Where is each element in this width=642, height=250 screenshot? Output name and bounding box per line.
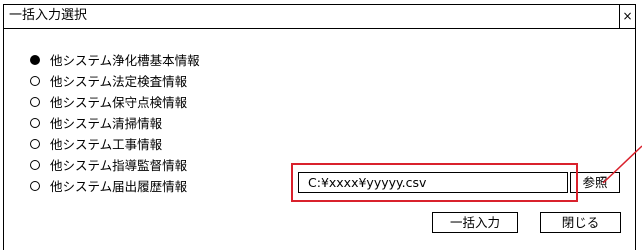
option-label: 他システム指導監督情報 — [50, 158, 188, 173]
dialog-titlebar: 一括入力選択 × — [4, 5, 635, 29]
option-construction[interactable]: 他システム工事情報 — [30, 133, 200, 154]
option-label: 他システム工事情報 — [50, 137, 163, 152]
bulk-import-button[interactable]: 一括入力 — [432, 212, 518, 233]
dialog-title: 一括入力選択 — [9, 8, 88, 23]
browse-button[interactable]: 参照 — [570, 172, 620, 193]
option-maintenance[interactable]: 他システム保守点検情報 — [30, 91, 200, 112]
option-label: 他システム浄化槽基本情報 — [50, 53, 200, 68]
option-cleaning[interactable]: 他システム清掃情報 — [30, 112, 200, 133]
radio-button[interactable] — [30, 138, 40, 149]
option-label: 他システム届出履歴情報 — [50, 179, 188, 194]
radio-button[interactable] — [30, 96, 40, 107]
file-path-input[interactable]: C:¥xxxx¥yyyyy.csv — [298, 172, 568, 193]
option-notification-history[interactable]: 他システム届出履歴情報 — [30, 175, 200, 196]
radio-button[interactable] — [30, 75, 40, 86]
option-radio-group: 他システム浄化槽基本情報 他システム法定検査情報 他システム保守点検情報 他シス… — [30, 49, 200, 196]
option-supervision[interactable]: 他システム指導監督情報 — [30, 154, 200, 175]
option-legal-inspection[interactable]: 他システム法定検査情報 — [30, 70, 200, 91]
option-basic-info[interactable]: 他システム浄化槽基本情報 — [30, 49, 200, 70]
option-label: 他システム法定検査情報 — [50, 74, 188, 89]
close-icon[interactable]: × — [619, 5, 635, 28]
radio-button[interactable] — [30, 54, 40, 65]
radio-button[interactable] — [30, 117, 40, 128]
radio-button[interactable] — [30, 180, 40, 191]
close-button[interactable]: 閉じる — [540, 212, 621, 233]
option-label: 他システム保守点検情報 — [50, 95, 188, 110]
radio-button[interactable] — [30, 159, 40, 170]
option-label: 他システム清掃情報 — [50, 116, 163, 131]
